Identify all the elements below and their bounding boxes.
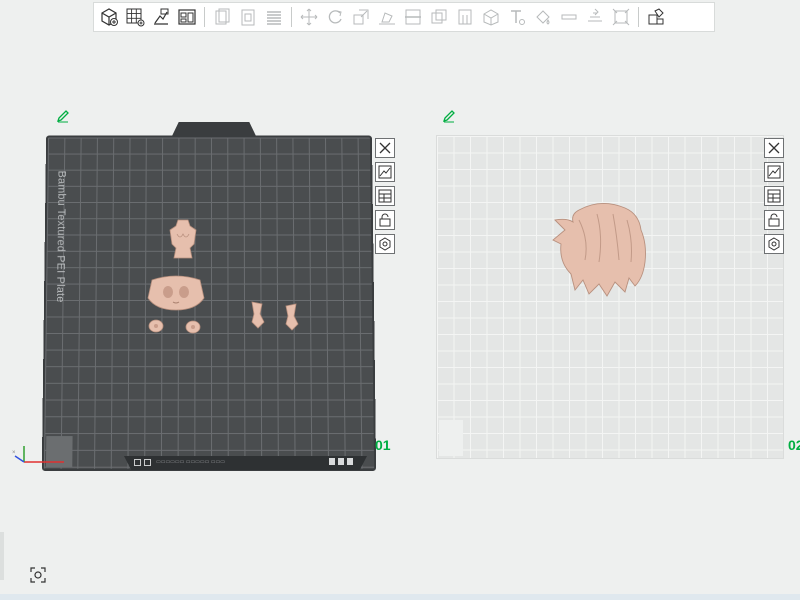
scale-icon[interactable] bbox=[349, 5, 373, 29]
arrange-plate-icon[interactable] bbox=[175, 5, 199, 29]
rotate-icon[interactable] bbox=[323, 5, 347, 29]
svg-text:×: × bbox=[12, 450, 16, 456]
seam-paint-icon[interactable] bbox=[479, 5, 503, 29]
lock-icon[interactable] bbox=[764, 210, 784, 230]
plate-bar-icons bbox=[329, 458, 353, 465]
lock-icon[interactable] bbox=[375, 210, 395, 230]
toolbar-separator bbox=[291, 7, 292, 27]
paste-icon[interactable] bbox=[236, 5, 260, 29]
zoom-to-fit-icon[interactable] bbox=[28, 565, 48, 585]
hand-part[interactable] bbox=[148, 319, 164, 333]
settings-icon[interactable] bbox=[764, 234, 784, 254]
plate-bottom-bar: ▭▭▭▭▭▭ ▭▭▭▭▭ ▭▭▭ bbox=[124, 456, 367, 470]
variable-layer-height-icon[interactable] bbox=[644, 5, 668, 29]
head-part[interactable] bbox=[146, 272, 206, 312]
lay-on-face-icon[interactable] bbox=[375, 5, 399, 29]
auto-orient-icon[interactable] bbox=[149, 5, 173, 29]
status-icon bbox=[347, 458, 353, 465]
plate-number-01: 01 bbox=[375, 437, 391, 453]
qr-icon bbox=[134, 459, 141, 466]
boolean-icon[interactable] bbox=[427, 5, 451, 29]
arrange-icon[interactable] bbox=[375, 186, 395, 206]
textured-pei-plate[interactable]: Bambu Textured PEI Plate bbox=[42, 136, 376, 471]
axis-indicator: × bbox=[12, 446, 72, 466]
plate-info-text: ▭▭▭▭▭▭ ▭▭▭▭▭ ▭▭▭ bbox=[156, 459, 225, 465]
status-icon bbox=[329, 458, 335, 465]
auto-orient-icon[interactable] bbox=[764, 162, 784, 182]
grid-icon[interactable] bbox=[123, 5, 147, 29]
settings-icon[interactable] bbox=[375, 234, 395, 254]
main-toolbar bbox=[93, 2, 715, 32]
close-icon[interactable] bbox=[375, 138, 395, 158]
plate-number-02: 02 bbox=[788, 437, 800, 453]
add-cube-icon[interactable] bbox=[97, 5, 121, 29]
move-icon[interactable] bbox=[297, 5, 321, 29]
status-bar-edge bbox=[0, 594, 800, 600]
qr-icon bbox=[144, 459, 151, 466]
plate-01-toolbar bbox=[375, 138, 395, 254]
cut-icon[interactable] bbox=[401, 5, 425, 29]
color-paint-icon[interactable] bbox=[531, 5, 555, 29]
arm-part[interactable] bbox=[248, 300, 266, 330]
hand-part[interactable] bbox=[185, 320, 201, 334]
edit-plate-name-icon[interactable] bbox=[442, 109, 456, 123]
copy-icon[interactable] bbox=[210, 5, 234, 29]
arm-part[interactable] bbox=[282, 302, 300, 332]
measure-icon[interactable] bbox=[557, 5, 581, 29]
assembly-icon[interactable] bbox=[583, 5, 607, 29]
auto-orient-icon[interactable] bbox=[375, 162, 395, 182]
plate-origin-corner bbox=[439, 420, 463, 456]
arrange-icon[interactable] bbox=[764, 186, 784, 206]
torso-part[interactable] bbox=[166, 218, 200, 264]
toolbar-separator bbox=[638, 7, 639, 27]
plate-type-label: Bambu Textured PEI Plate bbox=[54, 171, 67, 303]
close-icon[interactable] bbox=[764, 138, 784, 158]
split-icon[interactable] bbox=[609, 5, 633, 29]
hair-part[interactable] bbox=[549, 200, 653, 300]
left-panel-edge bbox=[0, 532, 4, 580]
layers-icon[interactable] bbox=[262, 5, 286, 29]
build-plate-02[interactable] bbox=[436, 135, 784, 459]
slicer-window: Bambu Textured PEI Plate ▭▭▭▭▭▭ ▭▭▭▭▭ ▭▭… bbox=[0, 0, 800, 600]
status-icon bbox=[338, 458, 344, 465]
edit-plate-name-icon[interactable] bbox=[56, 109, 70, 123]
toolbar-separator bbox=[204, 7, 205, 27]
text-icon[interactable] bbox=[505, 5, 529, 29]
build-plate-01[interactable]: Bambu Textured PEI Plate ▭▭▭▭▭▭ ▭▭▭▭▭ ▭▭… bbox=[44, 122, 376, 474]
plate-02-toolbar bbox=[764, 138, 784, 254]
plate-top-tab bbox=[172, 122, 256, 136]
support-paint-icon[interactable] bbox=[453, 5, 477, 29]
